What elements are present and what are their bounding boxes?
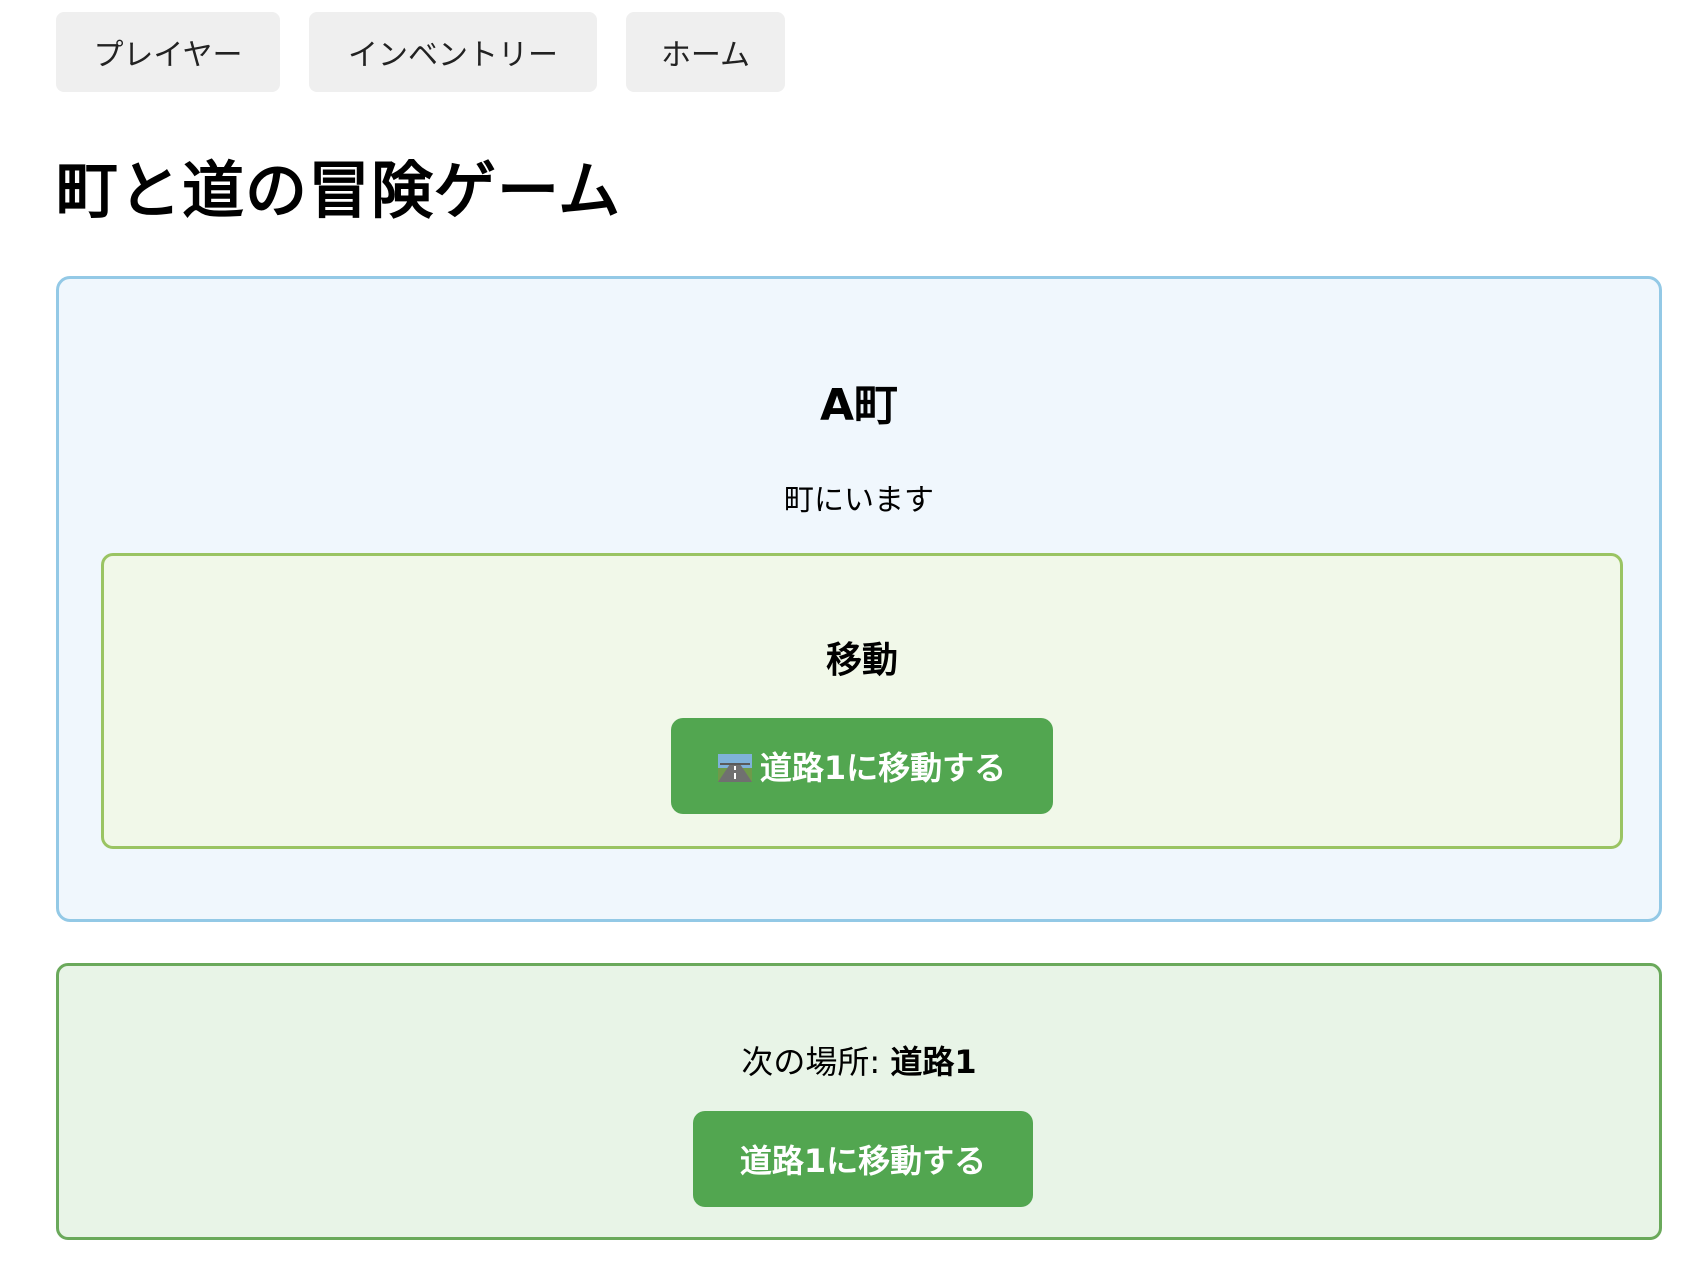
top-nav: プレイヤー インベントリー ホーム (56, 12, 785, 92)
location-panel: A町 町にいます 移動 道路1に移動する (56, 276, 1662, 922)
next-move-button[interactable]: 道路1に移動する (693, 1111, 1033, 1207)
move-panel: 移動 道路1に移動する (101, 553, 1623, 849)
move-to-road1-button[interactable]: 道路1に移動する (671, 718, 1053, 814)
page-title: 町と道の冒険ゲーム (56, 154, 622, 227)
next-location-value: 道路1 (890, 1043, 977, 1081)
location-name: A町 (819, 380, 899, 431)
next-location-line: 次の場所: 道路1 (59, 1037, 1659, 1083)
move-heading: 移動 (825, 640, 898, 681)
move-button-label: 道路1に移動する (759, 749, 1007, 787)
next-location-prefix: 次の場所: (741, 1043, 891, 1081)
player-button[interactable]: プレイヤー (56, 12, 280, 92)
motorway-icon (717, 752, 752, 782)
next-location-panel: 次の場所: 道路1 道路1に移動する (56, 963, 1662, 1240)
location-status: 町にいます (784, 483, 934, 518)
home-button[interactable]: ホーム (626, 12, 785, 92)
inventory-button[interactable]: インベントリー (309, 12, 597, 92)
